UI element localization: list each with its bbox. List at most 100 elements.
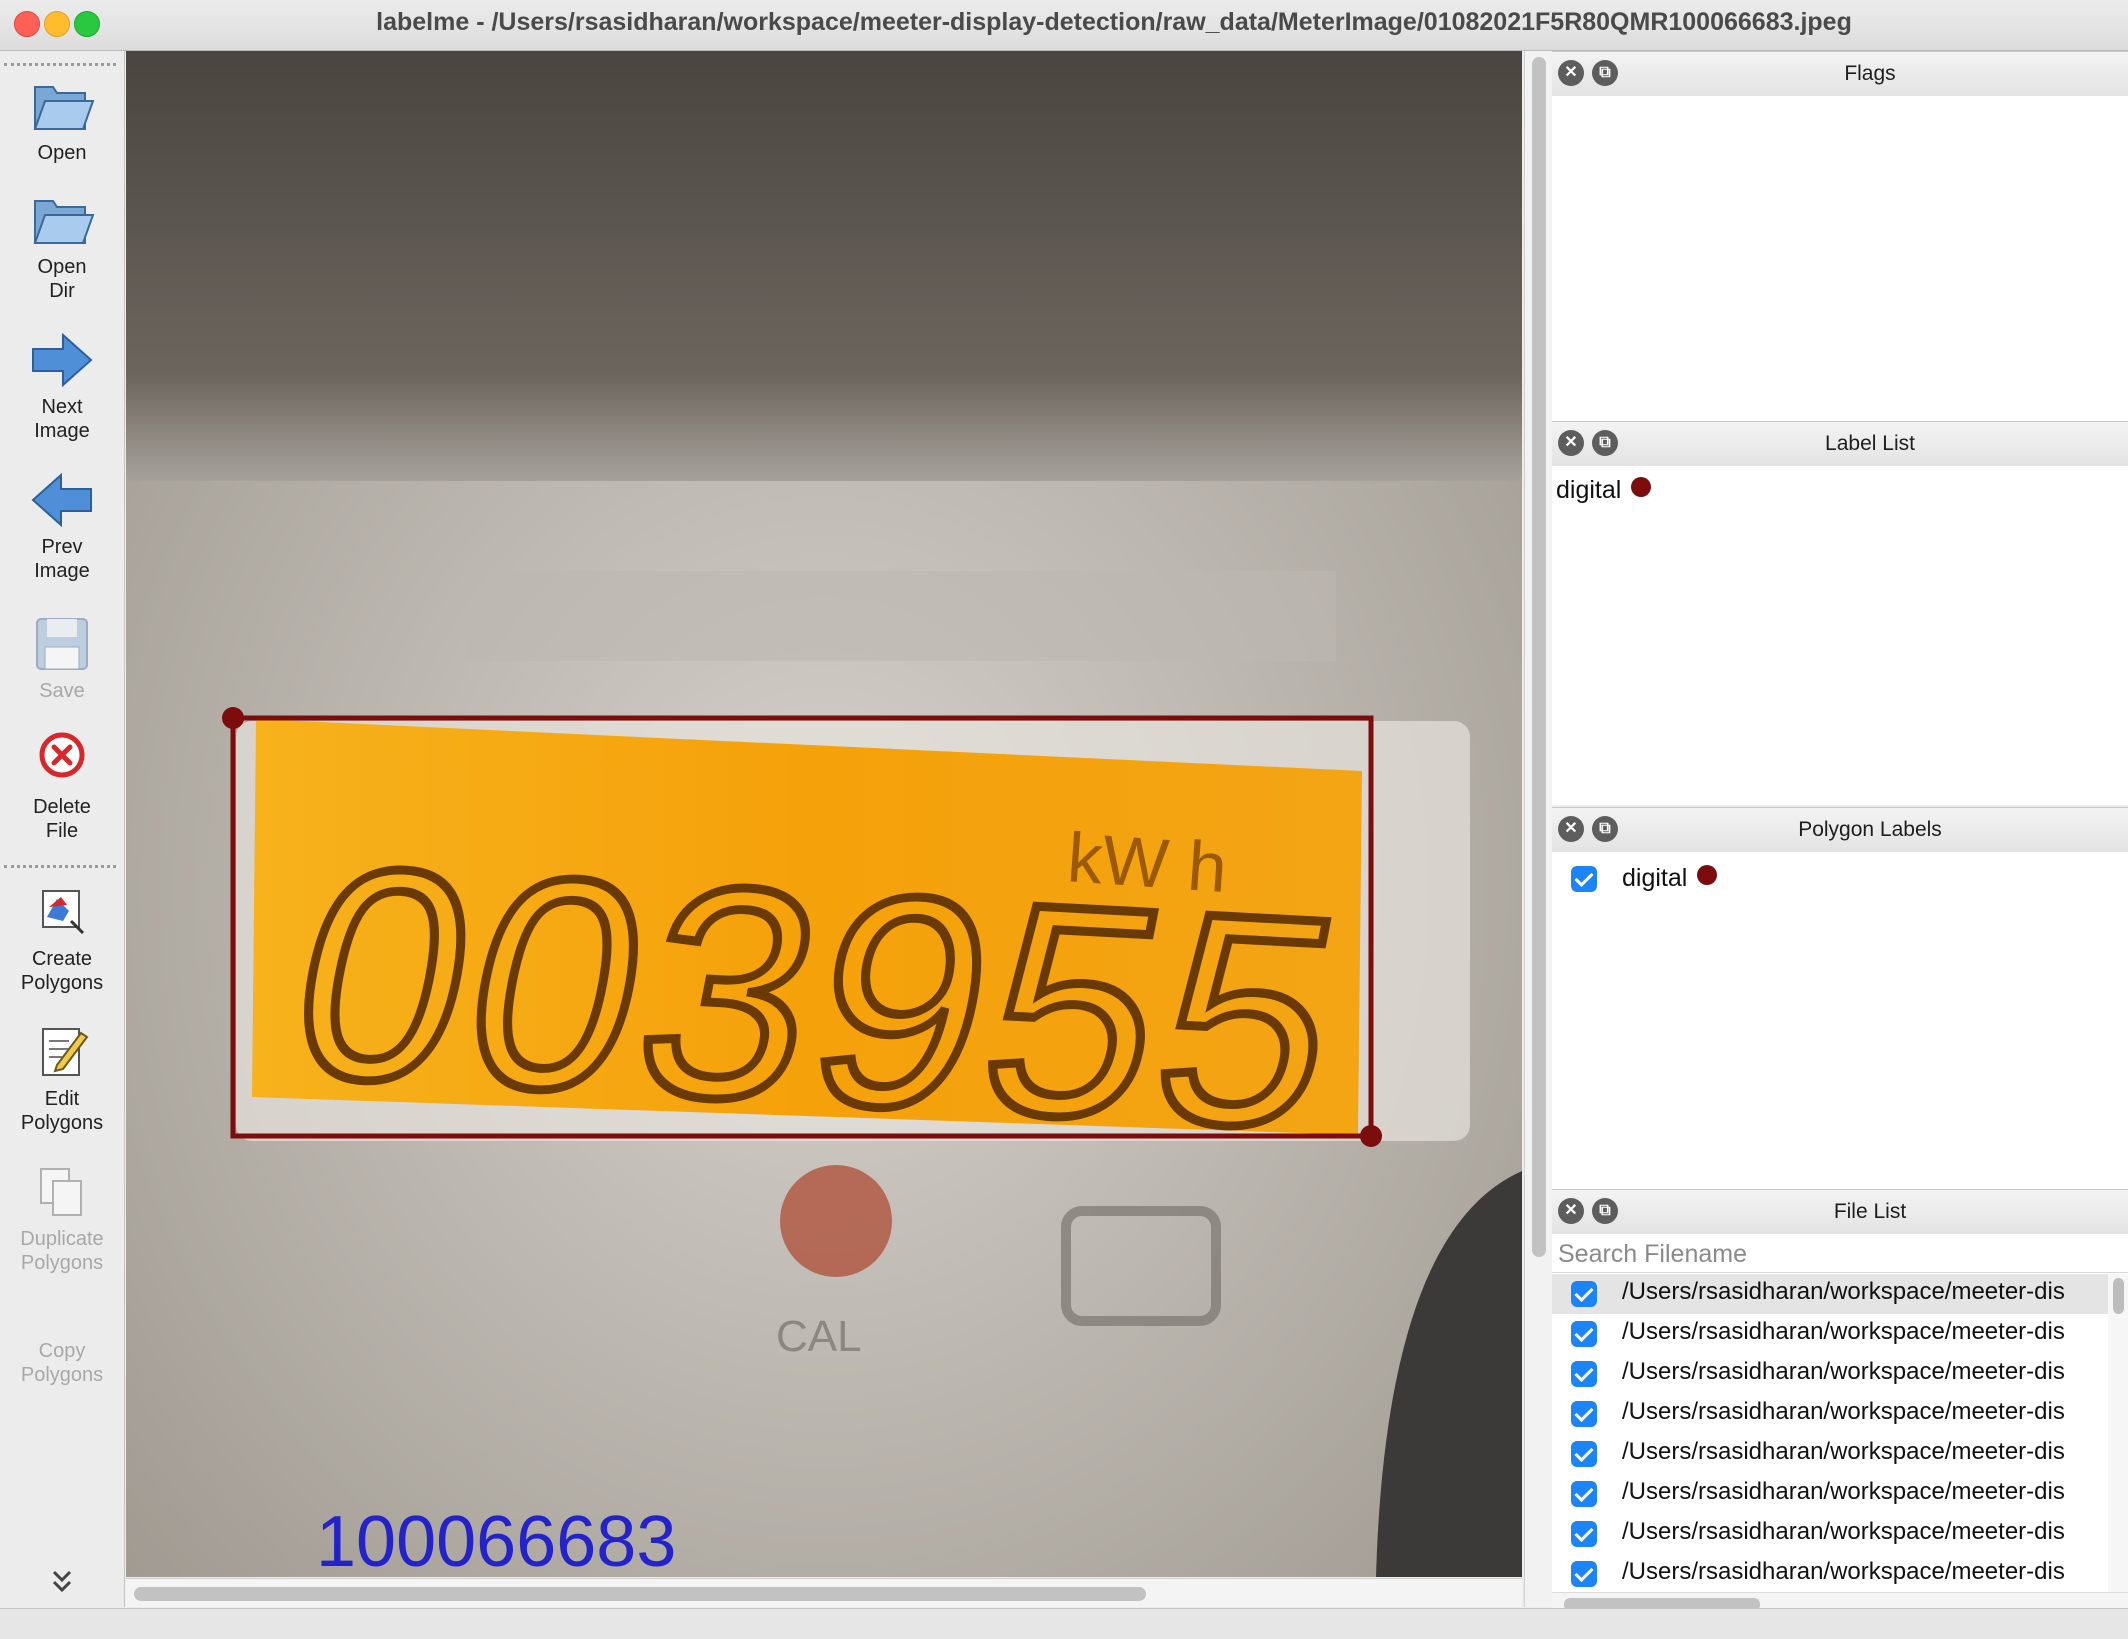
open-dir-label-line1: Open <box>37 256 87 278</box>
file-path: /Users/rsasidharan/workspace/meeter-dis <box>1622 1518 2065 1545</box>
file-path: /Users/rsasidharan/workspace/meeter-dis <box>1622 1398 2065 1425</box>
window-minimize-button[interactable] <box>44 11 70 37</box>
create-polygon-icon <box>42 890 85 935</box>
delete-file-label-line2: File <box>45 820 79 842</box>
window-maximize-button[interactable] <box>74 11 100 37</box>
close-icon[interactable]: ✕ <box>1558 1198 1584 1224</box>
file-row-selected[interactable]: /Users/rsasidharan/workspace/meeter-dis <box>1552 1274 2108 1314</box>
file-checkbox[interactable] <box>1571 1561 1597 1587</box>
file-path: /Users/rsasidharan/workspace/meeter-dis <box>1622 1358 2065 1385</box>
canvas-vertical-scrollbar[interactable] <box>1524 51 1553 1607</box>
status-bar <box>0 1608 2128 1639</box>
next-image-button[interactable]: Next Image <box>0 325 124 443</box>
duplicate-polygons-label-line1: Duplicate <box>20 1228 104 1250</box>
flags-dock: ✕ ⧉ Flags <box>1552 51 2128 421</box>
polygon-labels-dock-header: ✕ ⧉ Polygon Labels <box>1552 807 2128 853</box>
file-list-panel: /Users/rsasidharan/workspace/meeter-dis … <box>1552 1234 2128 1615</box>
open-button[interactable]: Open <box>0 71 124 165</box>
file-checkbox[interactable] <box>1571 1521 1597 1547</box>
file-row[interactable]: /Users/rsasidharan/workspace/meeter-dis <box>1552 1354 2108 1394</box>
file-list-dock-title: File List <box>1833 1200 1907 1223</box>
label-list-dock-title: Label List <box>1825 432 1915 455</box>
canvas-horizontal-scroll-thumb[interactable] <box>134 1587 1146 1601</box>
list-item[interactable]: digital <box>1556 476 1652 505</box>
prev-image-label-line1: Prev <box>41 536 83 558</box>
window-title: labelme - /Users/rsasidharan/workspace/m… <box>376 8 1852 36</box>
save-button[interactable]: Save <box>0 609 124 703</box>
file-path: /Users/rsasidharan/workspace/meeter-dis <box>1622 1318 2065 1345</box>
copy-polygons-label-line1: Copy <box>38 1340 86 1362</box>
image-canvas[interactable]: kW h 003955 CAL 100066683 <box>126 51 1522 1577</box>
file-path: /Users/rsasidharan/workspace/meeter-dis <box>1622 1478 2065 1505</box>
file-row[interactable]: /Users/rsasidharan/workspace/meeter-dis <box>1552 1554 2108 1592</box>
file-row[interactable]: /Users/rsasidharan/workspace/meeter-dis <box>1552 1394 2108 1434</box>
duplicate-polygons-label-line2: Polygons <box>20 1252 104 1274</box>
file-row[interactable]: /Users/rsasidharan/workspace/meeter-dis <box>1552 1314 2108 1354</box>
duplicate-polygons-button[interactable]: Duplicate Polygons <box>0 1157 124 1275</box>
next-image-label-line1: Next <box>41 396 83 418</box>
file-checkbox[interactable] <box>1571 1441 1597 1467</box>
edit-polygons-label-line2: Polygons <box>20 1112 104 1134</box>
flags-list <box>1552 96 2128 421</box>
polygon-color-dot <box>1697 865 1718 885</box>
polygon-visibility-checkbox[interactable] <box>1571 866 1597 892</box>
file-checkbox[interactable] <box>1571 1401 1597 1427</box>
label-item-text: digital <box>1556 476 1622 504</box>
canvas-horizontal-scrollbar[interactable] <box>126 1578 1522 1607</box>
title-bar: labelme - /Users/rsasidharan/workspace/m… <box>0 0 2128 51</box>
file-list-dock-header: ✕ ⧉ File List <box>1552 1189 2128 1235</box>
create-polygons-label-line2: Polygons <box>20 972 104 994</box>
copy-polygons-label-line2: Polygons <box>20 1364 104 1386</box>
delete-file-button[interactable]: Delete File <box>0 725 124 843</box>
toolbar-overflow-button[interactable] <box>0 1567 124 1597</box>
vertex-handle-top-left[interactable] <box>222 707 244 729</box>
arrow-right-icon <box>32 332 93 388</box>
delete-circle-icon <box>39 732 85 778</box>
label-list-dock-header: ✕ ⧉ Label List <box>1552 421 2128 467</box>
file-path: /Users/rsasidharan/workspace/meeter-dis <box>1622 1558 2065 1585</box>
file-list-dock: ✕ ⧉ File List /Users/rsasidharan/workspa… <box>1552 1189 2128 1615</box>
label-list: digital <box>1552 466 2128 805</box>
file-row[interactable]: /Users/rsasidharan/workspace/meeter-dis <box>1552 1434 2108 1474</box>
file-checkbox[interactable] <box>1571 1361 1597 1387</box>
file-list-vertical-scroll-thumb[interactable] <box>2113 1278 2124 1314</box>
label-color-dot <box>1631 477 1652 497</box>
polygon-labels-list: digital <box>1552 852 2128 1191</box>
window-close-button[interactable] <box>14 11 40 37</box>
close-icon[interactable]: ✕ <box>1558 816 1584 842</box>
next-image-label-line2: Image <box>34 420 90 442</box>
annotation-layer <box>222 707 1382 1147</box>
floppy-save-icon <box>36 618 88 670</box>
file-list-vertical-scrollbar[interactable] <box>2108 1274 2128 1592</box>
file-row[interactable]: /Users/rsasidharan/workspace/meeter-dis <box>1552 1474 2108 1514</box>
search-filename-input[interactable] <box>1556 1234 2120 1274</box>
close-icon[interactable]: ✕ <box>1558 430 1584 456</box>
open-dir-label-line2: Dir <box>49 280 75 302</box>
toolbar-grip[interactable] <box>4 63 116 66</box>
label-list-dock: ✕ ⧉ Label List digital <box>1552 421 2128 805</box>
list-item[interactable]: digital <box>1622 864 1718 893</box>
edit-polygons-button[interactable]: Edit Polygons <box>0 1017 124 1135</box>
create-polygons-button[interactable]: Create Polygons <box>0 877 124 995</box>
flags-dock-header: ✕ ⧉ Flags <box>1552 51 2128 97</box>
file-row[interactable]: /Users/rsasidharan/workspace/meeter-dis <box>1552 1514 2108 1554</box>
prev-image-label-line2: Image <box>34 560 90 582</box>
delete-file-label-line1: Delete <box>33 796 91 818</box>
file-checkbox[interactable] <box>1571 1481 1597 1507</box>
folder-open-dir-icon <box>33 200 95 244</box>
chevron-double-down-icon <box>52 1570 72 1593</box>
file-checkbox[interactable] <box>1571 1321 1597 1347</box>
bounding-box-digital[interactable] <box>230 715 1374 1139</box>
duplicate-icon <box>40 1168 82 1216</box>
folder-open-icon <box>33 86 95 130</box>
canvas-vertical-scroll-thumb[interactable] <box>1532 57 1546 1257</box>
polygon-labels-dock-title: Polygon Labels <box>1798 818 1942 841</box>
open-dir-button[interactable]: Open Dir <box>0 185 124 303</box>
file-checkbox[interactable] <box>1571 1281 1597 1307</box>
vertex-handle-bottom-right[interactable] <box>1360 1125 1382 1147</box>
close-icon[interactable]: ✕ <box>1558 60 1584 86</box>
prev-image-button[interactable]: Prev Image <box>0 465 124 583</box>
copy-polygons-button[interactable]: Copy Polygons <box>0 1339 124 1387</box>
edit-polygons-label-line1: Edit <box>44 1088 80 1110</box>
file-path: /Users/rsasidharan/workspace/meeter-dis <box>1622 1278 2065 1305</box>
